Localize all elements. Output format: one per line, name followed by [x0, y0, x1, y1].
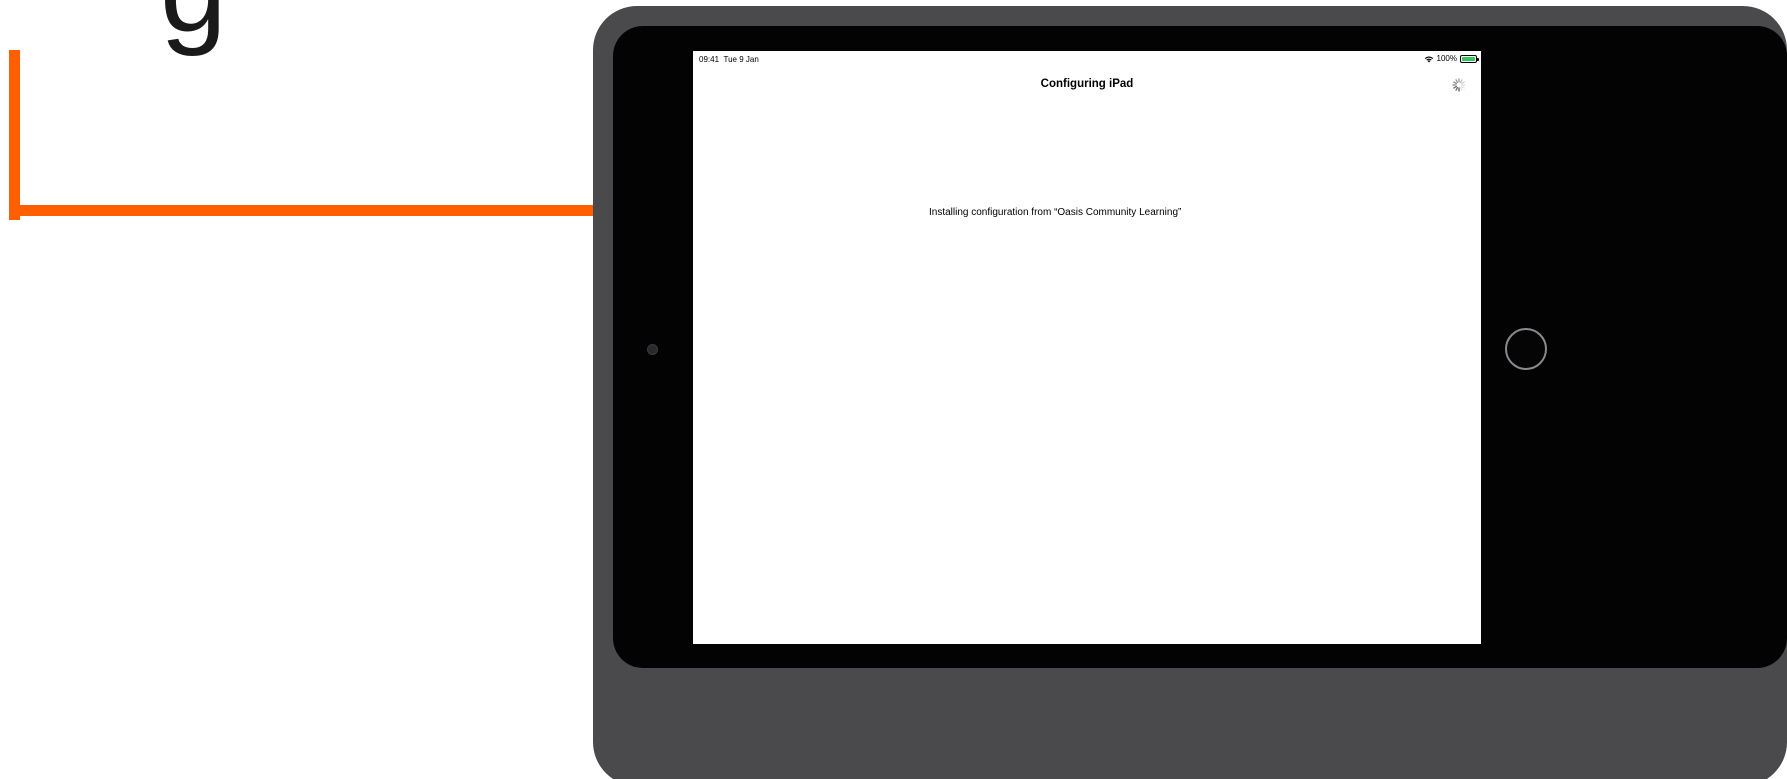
cut-off-heading: g: [160, 0, 227, 50]
status-time-date: 09:41 Tue 9 Jan: [699, 55, 759, 64]
battery-icon: [1460, 54, 1479, 63]
callout-arrow-vertical: [9, 50, 20, 220]
wifi-icon: [1424, 55, 1434, 63]
tutorial-stage: g 09:41 Tue 9 Jan 100%: [0, 0, 1787, 779]
ipad-screen: 09:41 Tue 9 Jan 100% Configuring iPad In…: [693, 51, 1481, 644]
front-camera: [647, 344, 658, 355]
battery-fill: [1462, 56, 1475, 61]
status-indicators: 100%: [1424, 54, 1479, 63]
home-button[interactable]: [1505, 328, 1547, 370]
page-title: Configuring iPad: [1040, 78, 1134, 90]
status-bar: 09:41 Tue 9 Jan 100%: [693, 51, 1481, 67]
status-time: 09:41: [699, 55, 720, 64]
status-date: Tue 9 Jan: [723, 55, 759, 64]
battery-percent: 100%: [1436, 54, 1457, 63]
installing-configuration-message: Installing configuration from “Oasis Com…: [929, 207, 1182, 218]
battery-tip: [1477, 57, 1479, 61]
activity-spinner-icon: [1452, 78, 1466, 92]
